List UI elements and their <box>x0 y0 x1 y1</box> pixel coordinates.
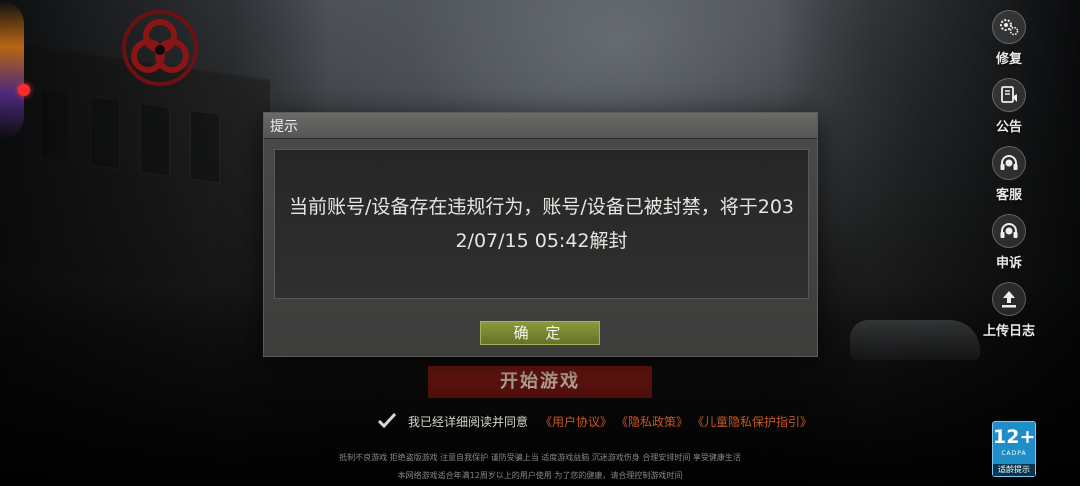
appeal-headset-icon <box>992 214 1026 248</box>
confirm-button[interactable]: 确 定 <box>480 321 600 345</box>
game-logo <box>118 6 202 90</box>
side-item-announcement[interactable]: 公告 <box>978 78 1040 146</box>
side-item-label: 公告 <box>995 120 1022 135</box>
side-item-label: 上传日志 <box>982 324 1035 339</box>
checkmark-icon <box>377 412 397 429</box>
floating-ball-glow[interactable] <box>0 0 24 140</box>
agreement-checkbox[interactable] <box>376 410 398 432</box>
age-rating-value: 12+ <box>993 426 1036 448</box>
dialog-title-bar: 提示 <box>264 113 817 139</box>
side-item-label: 申诉 <box>995 256 1022 271</box>
age-rating-tip: 适龄提示 <box>993 464 1035 476</box>
upload-icon <box>992 282 1026 316</box>
user-agreement-link[interactable]: 《用户协议》 <box>540 413 612 430</box>
gears-icon <box>992 10 1026 44</box>
health-notice-line-1: 抵制不良游戏 拒绝盗版游戏 注意自我保护 谨防受骗上当 适度游戏益脑 沉迷游戏伤… <box>339 453 741 462</box>
side-item-label: 客服 <box>995 188 1022 203</box>
agreement-row: 我已经详细阅读并同意 《用户协议》 《隐私政策》 《儿童隐私保护指引》 <box>376 410 816 432</box>
age-rating-badge[interactable]: 12+ CADPA 适龄提示 <box>992 421 1036 477</box>
child-privacy-link[interactable]: 《儿童隐私保护指引》 <box>692 413 812 430</box>
health-notice-line-2: 本网络游戏适合年满12周岁以上的用户使用 为了您的健康，请合理控制游戏时间 <box>397 471 683 480</box>
side-item-label: 修复 <box>995 52 1022 67</box>
privacy-policy-link[interactable]: 《隐私政策》 <box>616 413 688 430</box>
agreement-text: 我已经详细阅读并同意 <box>408 414 529 429</box>
dialog-title: 提示 <box>270 118 298 135</box>
side-menu: 修复 公告 客服 申诉 上传日志 <box>978 10 1040 350</box>
age-rating-org: CADPA <box>1001 450 1027 457</box>
headset-icon <box>992 146 1026 180</box>
start-game-button[interactable]: 开始游戏 <box>428 366 652 398</box>
dialog-message: 当前账号/设备存在违规行为，账号/设备已被封禁，将于2032/07/15 05:… <box>288 196 795 252</box>
side-item-customer-service[interactable]: 客服 <box>978 146 1040 214</box>
ban-notice-dialog: 提示 当前账号/设备存在违规行为，账号/设备已被封禁，将于2032/07/15 … <box>263 112 818 357</box>
announcement-icon <box>992 78 1026 112</box>
dialog-body: 当前账号/设备存在违规行为，账号/设备已被封禁，将于2032/07/15 05:… <box>274 149 809 299</box>
biohazard-logo-icon <box>122 10 198 86</box>
side-item-upload-log[interactable]: 上传日志 <box>978 282 1040 350</box>
side-item-appeal[interactable]: 申诉 <box>978 214 1040 282</box>
notification-dot <box>18 84 30 96</box>
side-item-repair[interactable]: 修复 <box>978 10 1040 78</box>
